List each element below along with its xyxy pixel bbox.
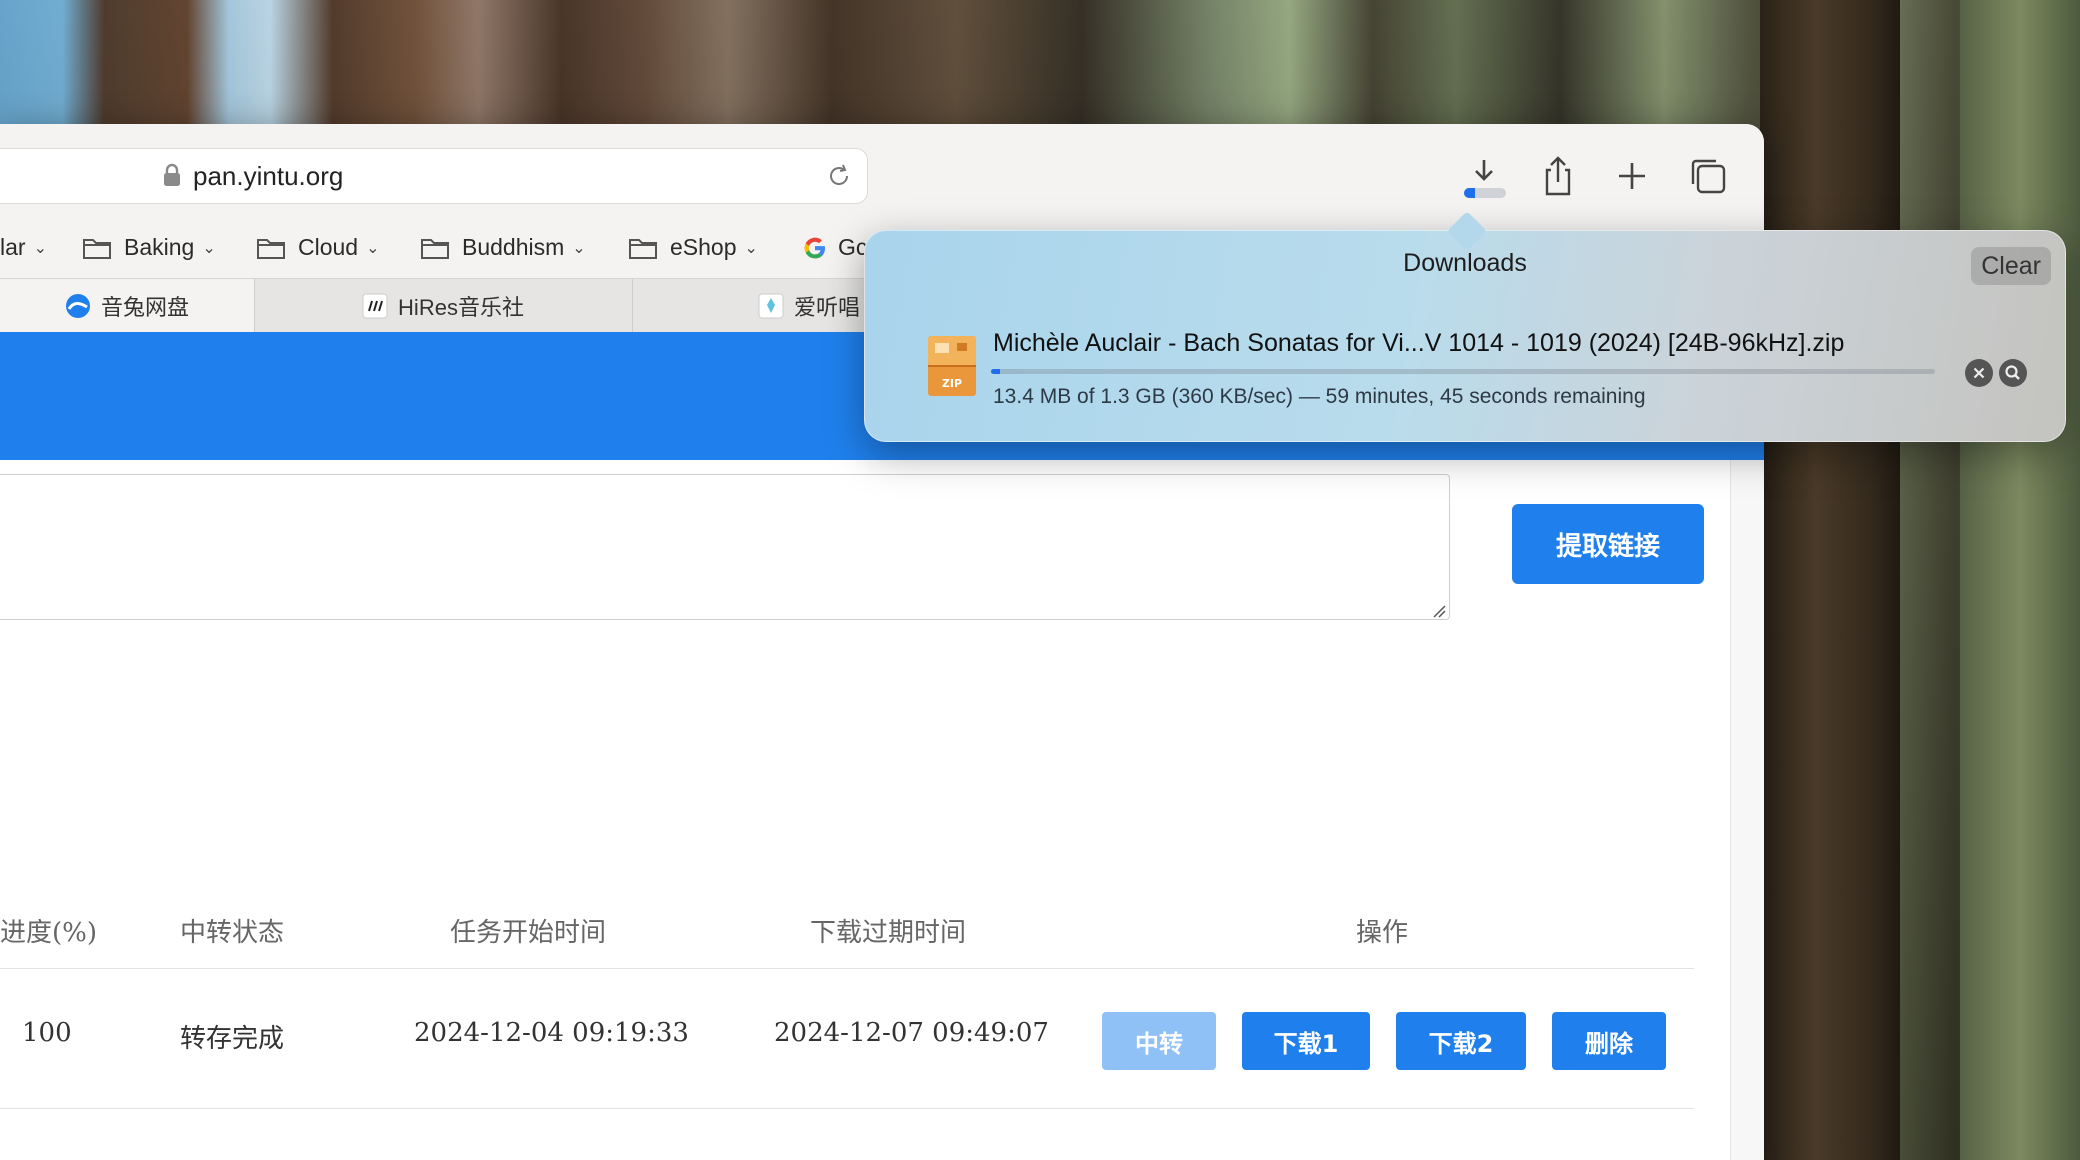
extract-link-button[interactable]: 提取链接 [1512, 504, 1704, 584]
bookmark-label: Cloud [298, 234, 359, 260]
bookmark-folder-buddhism[interactable]: Buddhism ⌄ [420, 234, 586, 261]
toolbar-download-progress-fill [1464, 188, 1475, 198]
zip-file-icon: ZIP [928, 336, 976, 396]
bookmark-folder-cloud[interactable]: Cloud ⌄ [256, 234, 380, 261]
bookmark-label: Gc [838, 234, 868, 260]
download-progress-fill [991, 369, 1001, 374]
zip-icon-label: ZIP [942, 377, 962, 390]
close-icon [1973, 367, 1985, 379]
download-2-button[interactable]: 下载2 [1396, 1012, 1526, 1070]
folder-icon [83, 238, 111, 259]
download-1-button[interactable]: 下载1 [1242, 1012, 1370, 1070]
chevron-down-icon: ⌄ [744, 239, 758, 257]
aitingchang-favicon-icon [758, 293, 784, 319]
page-scroll-gutter [1730, 460, 1764, 1160]
download-file-name: Michèle Auclair - Bach Sonatas for Vi...… [993, 329, 1845, 357]
tab-label: HiRes音乐社 [398, 295, 524, 320]
magnifier-icon [2005, 365, 2020, 380]
cancel-download-button[interactable] [1965, 359, 1993, 387]
cell-start-time: 2024-12-04 09:19:33 [414, 1018, 689, 1048]
bookmark-folder-baking[interactable]: Baking ⌄ [82, 234, 216, 261]
tab-overview-button[interactable] [1686, 154, 1730, 198]
tab-hires[interactable]: HiRes音乐社 [254, 279, 633, 333]
chevron-down-icon: ⌄ [366, 239, 380, 257]
cell-status: 转存完成 [180, 1024, 285, 1054]
bookmark-google[interactable]: Gc [802, 234, 867, 261]
chevron-down-icon: ⌄ [572, 239, 586, 257]
download-progress-bar [991, 369, 1935, 374]
header-start-time: 任务开始时间 [450, 918, 607, 948]
table-row: 100 转存完成 2024-12-04 09:19:33 2024-12-07 … [0, 968, 1694, 1109]
resize-grip-icon[interactable] [1432, 604, 1446, 618]
download-status: 13.4 MB of 1.3 GB (360 KB/sec) — 59 minu… [993, 385, 1646, 408]
plus-icon [1619, 163, 1645, 189]
transfer-button[interactable]: 中转 [1102, 1012, 1216, 1070]
browser-toolbar: pan.yintu.org [0, 124, 1764, 226]
url-text: pan.yintu.org [193, 161, 344, 191]
bookmark-folder-lar[interactable]: lar ⌄ [0, 234, 47, 261]
clear-downloads-button[interactable]: Clear [1971, 247, 2051, 285]
tabs-overview-icon [1691, 159, 1726, 194]
folder-icon [421, 238, 449, 259]
google-icon [804, 237, 825, 258]
bookmark-label: lar [0, 234, 26, 260]
share-button[interactable] [1536, 154, 1580, 198]
table-header: 进度(%) 中转状态 任务开始时间 下载过期时间 操作 [0, 888, 1694, 969]
lock-icon [164, 163, 180, 186]
desktop-tree [1760, 0, 1900, 1160]
link-input[interactable] [0, 474, 1450, 620]
new-tab-button[interactable] [1610, 154, 1654, 198]
tab-aitingchang[interactable]: 爱听唱 [632, 279, 872, 333]
reload-icon[interactable] [825, 162, 853, 190]
tab-label: 爱听唱 [794, 295, 861, 320]
reveal-in-finder-button[interactable] [1999, 359, 2027, 387]
tab-label: 音兔网盘 [100, 295, 189, 320]
header-actions: 操作 [1356, 918, 1409, 948]
bookmark-label: eShop [670, 234, 737, 260]
downloads-title: Downloads [1403, 249, 1527, 277]
share-icon [1545, 156, 1571, 196]
tab-yintu[interactable]: 音兔网盘 [0, 279, 255, 333]
toolbar-download-progress [1464, 188, 1506, 198]
bookmark-label: Buddhism [462, 234, 565, 260]
desktop-foliage [1960, 0, 2080, 1160]
hires-favicon-icon [362, 293, 388, 319]
header-progress: 进度(%) [0, 918, 97, 948]
downloads-popover: Downloads Clear ZIP Michèle Auclair - Ba… [864, 211, 2066, 442]
header-expire-time: 下载过期时间 [810, 918, 967, 948]
chevron-down-icon: ⌄ [202, 239, 216, 257]
chevron-down-icon: ⌄ [33, 239, 47, 257]
yintu-favicon-icon [65, 294, 90, 318]
bookmark-folder-eshop[interactable]: eShop ⌄ [628, 234, 758, 261]
folder-icon [629, 238, 657, 259]
bookmark-label: Baking [124, 234, 195, 260]
header-status: 中转状态 [180, 918, 285, 948]
delete-button[interactable]: 删除 [1552, 1012, 1666, 1070]
cell-progress: 100 [22, 1018, 72, 1048]
folder-icon [257, 238, 285, 259]
address-bar[interactable]: pan.yintu.org [0, 148, 868, 204]
cell-expire-time: 2024-12-07 09:49:07 [774, 1018, 1049, 1048]
